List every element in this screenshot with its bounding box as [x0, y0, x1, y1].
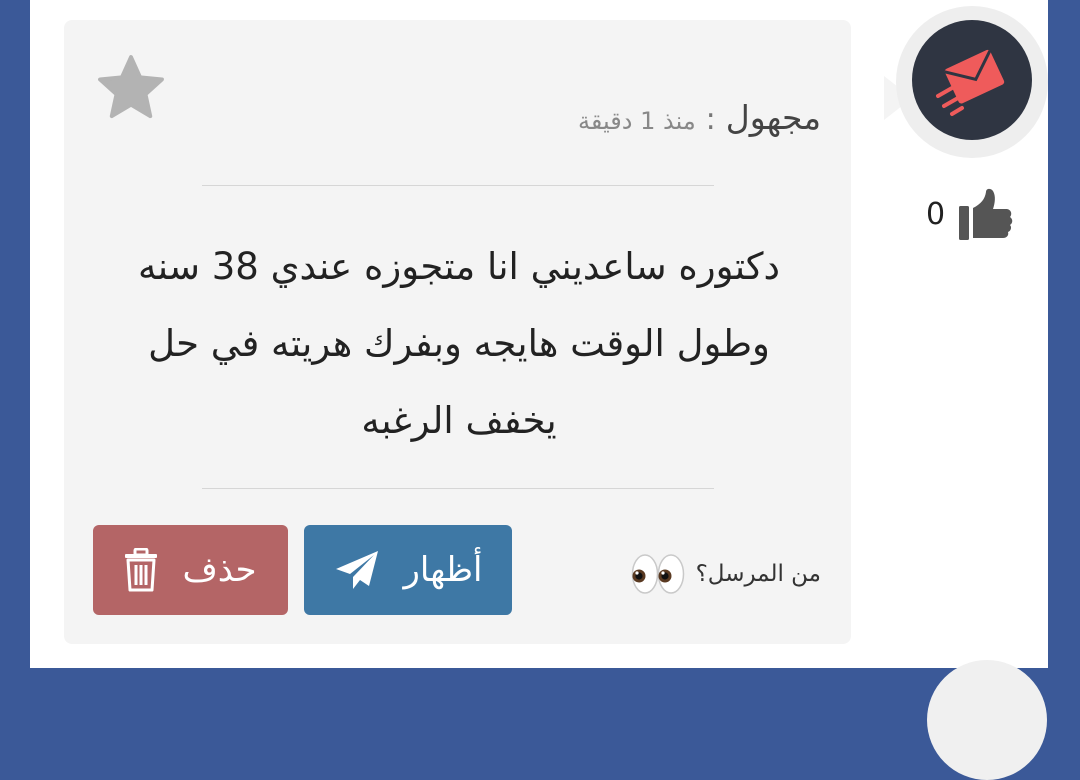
message-card: مجهول: منذ 1 دقيقة دكتوره ساعديني انا متج… [64, 20, 912, 644]
eyes-icon [631, 554, 684, 594]
envelope-icon [936, 49, 1005, 116]
page-panel: مجهول: منذ 1 دقيقة دكتوره ساعديني انا متج… [30, 0, 1048, 780]
delete-button[interactable]: حذف [93, 525, 288, 615]
avatar [912, 20, 1032, 140]
like-count: 0 [926, 196, 946, 232]
who-sent-label: من المرسل؟ [695, 561, 821, 587]
next-avatar-ring [927, 660, 1047, 780]
top-divider [202, 185, 714, 186]
likes-area[interactable]: 0 [926, 186, 1015, 242]
favorite-star-icon[interactable] [92, 50, 170, 126]
trash-icon [125, 548, 158, 592]
who-sent-link[interactable]: من المرسل؟ [630, 552, 821, 596]
bottom-divider [202, 488, 714, 489]
header-separator: : [705, 102, 716, 137]
message-text: دكتوره ساعديني انا متجوزه عندي 38 سنه وط… [137, 245, 781, 442]
avatar-ring [896, 6, 1048, 158]
message-time: منذ 1 دقيقة [578, 107, 696, 135]
thumbs-up-icon[interactable] [957, 186, 1015, 242]
reveal-button-label: أظهار [403, 550, 483, 590]
delete-button-label: حذف [182, 550, 257, 590]
message-header: مجهول: منذ 1 دقيقة [578, 98, 821, 137]
reveal-button[interactable]: أظهار [304, 525, 512, 615]
author-name: مجهول [725, 98, 821, 137]
send-icon [335, 551, 378, 589]
